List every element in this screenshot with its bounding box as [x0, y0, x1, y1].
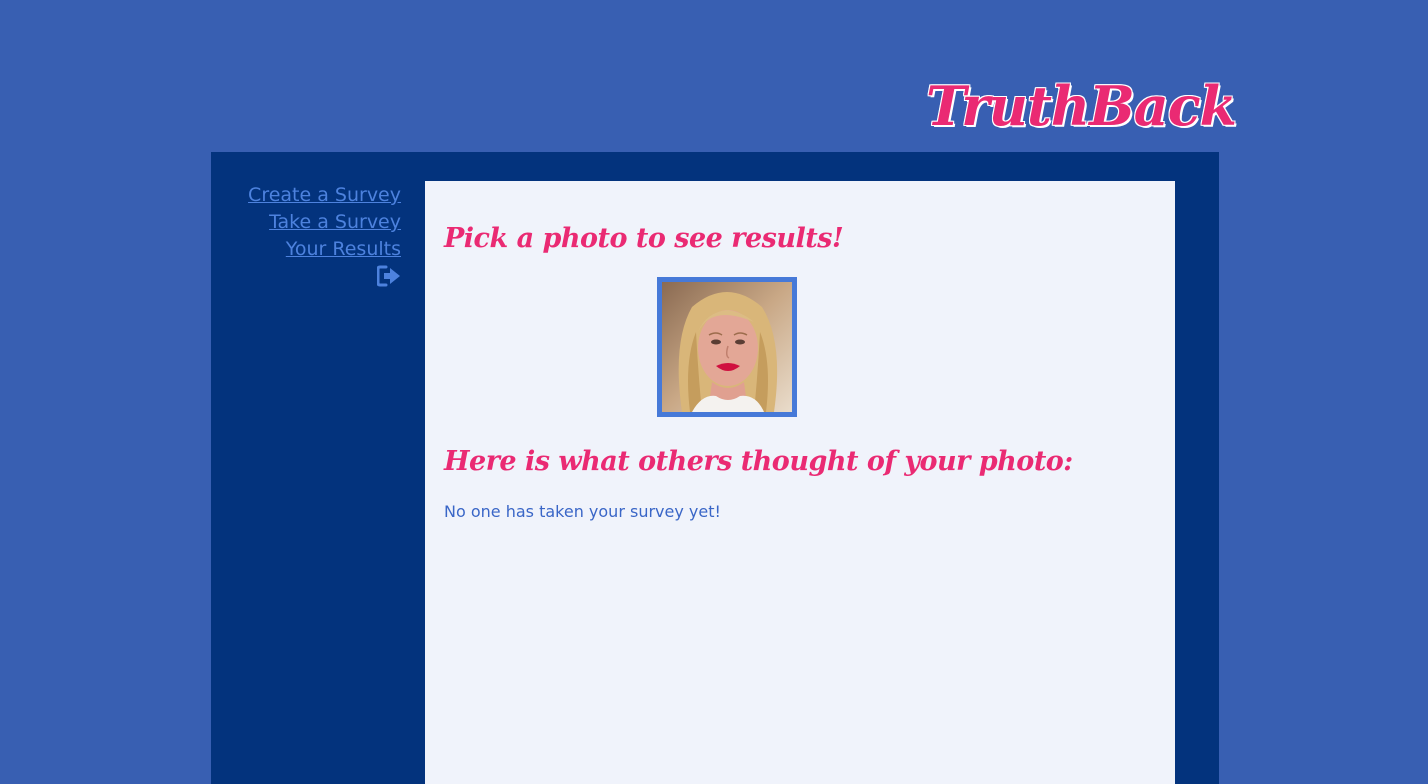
pick-photo-heading: Pick a photo to see results! — [444, 223, 844, 254]
nav-take-survey-link[interactable]: Take a Survey — [211, 209, 401, 236]
content-panel: Pick a photo to see results! Here is wha… — [425, 181, 1175, 784]
nav-create-survey-link[interactable]: Create a Survey — [211, 182, 401, 209]
site-logo: TruthBack — [926, 74, 1237, 138]
side-nav: Create a Survey Take a Survey Your Resul… — [211, 182, 401, 291]
main-frame: Create a Survey Take a Survey Your Resul… — [211, 152, 1219, 784]
nav-your-results-link[interactable]: Your Results — [211, 236, 401, 263]
empty-results-message: No one has taken your survey yet! — [444, 502, 721, 521]
results-heading: Here is what others thought of your phot… — [444, 446, 1073, 477]
profile-photo-image — [662, 282, 792, 412]
sign-out-icon[interactable] — [376, 265, 401, 287]
photo-thumbnail[interactable] — [657, 277, 797, 417]
